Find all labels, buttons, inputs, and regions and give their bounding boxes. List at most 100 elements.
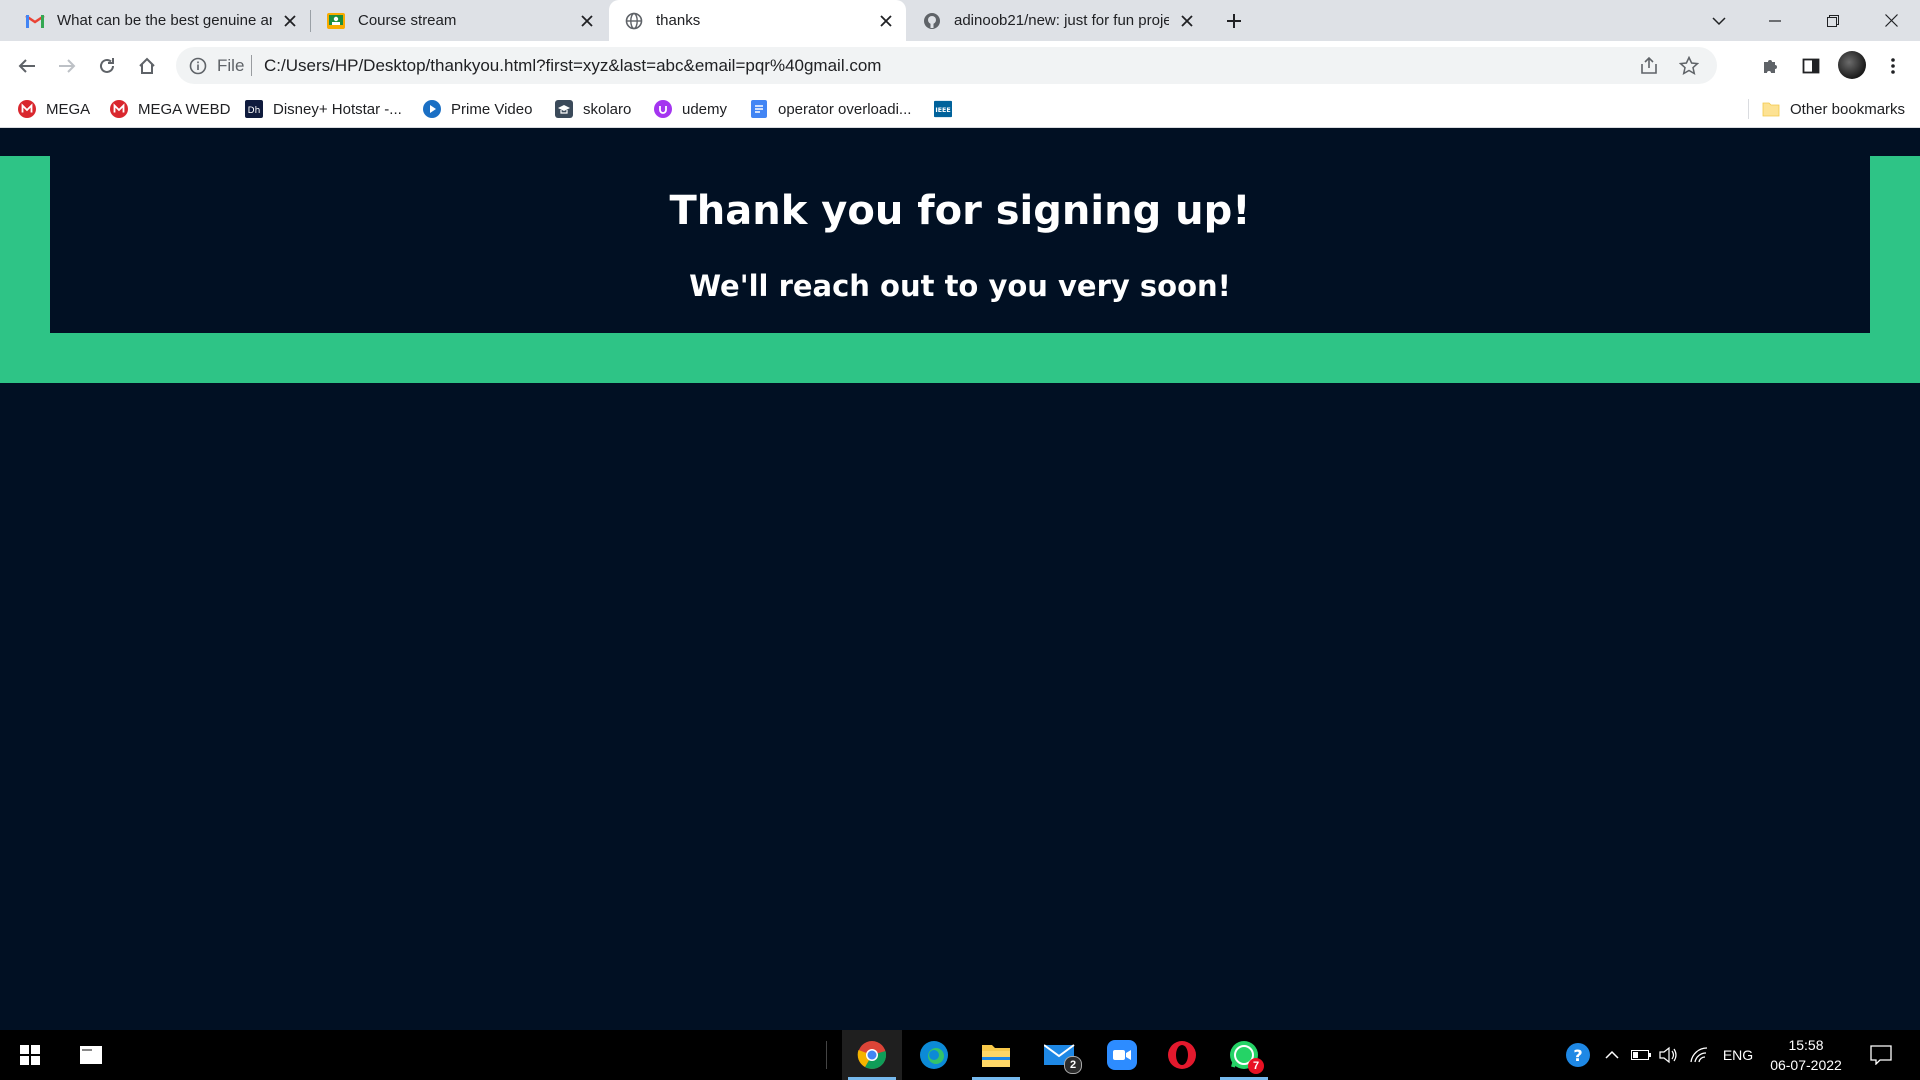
- wifi-icon: [1690, 1047, 1708, 1063]
- windows-taskbar: 2 7 ? ENG 15:58 06-07-2022: [0, 1030, 1920, 1080]
- menu-button[interactable]: [1877, 50, 1909, 82]
- new-tab-button[interactable]: [1218, 5, 1250, 37]
- bookmark-other-bookmarks[interactable]: Other bookmarks: [1762, 97, 1905, 121]
- taskbar-chrome[interactable]: [842, 1030, 902, 1080]
- svg-text:?: ?: [1573, 1046, 1582, 1065]
- browser-toolbar: File C:/Users/HP/Desktop/thankyou.html?f…: [0, 41, 1920, 91]
- help-tray-icon[interactable]: ?: [1560, 1030, 1596, 1080]
- mega-icon: [110, 100, 128, 118]
- taskbar-mail[interactable]: 2: [1028, 1030, 1092, 1080]
- taskbar-file-explorer[interactable]: [966, 1030, 1026, 1080]
- puzzle-icon: [1764, 60, 1777, 73]
- speaker-icon: [1659, 1046, 1677, 1064]
- tab-course-stream[interactable]: Course stream: [311, 0, 607, 41]
- share-icon[interactable]: [1637, 54, 1661, 78]
- bookmark-separator: [1748, 99, 1749, 119]
- home-button[interactable]: [131, 50, 163, 82]
- taskbar-edge[interactable]: [904, 1030, 964, 1080]
- page-title: Thank you for signing up!: [669, 188, 1251, 234]
- bookmarks-bar: MEGA MEGA WEBD Dh Disney+ Hotstar -... P…: [0, 91, 1920, 128]
- green-banner: Thank you for signing up! We'll reach ou…: [0, 156, 1920, 383]
- forward-button[interactable]: [51, 50, 83, 82]
- back-button[interactable]: [11, 50, 43, 82]
- tab-search-button[interactable]: [1696, 0, 1742, 41]
- chrome-icon: [857, 1041, 887, 1069]
- address-bar[interactable]: File C:/Users/HP/Desktop/thankyou.html?f…: [176, 47, 1717, 84]
- tab-thanks[interactable]: thanks: [609, 0, 906, 41]
- side-panel-button[interactable]: [1795, 50, 1827, 82]
- back-arrow-icon: [18, 59, 35, 73]
- bookmark-operator-overloading[interactable]: operator overloadi...: [750, 97, 911, 121]
- reload-button[interactable]: [91, 50, 123, 82]
- thank-you-card: Thank you for signing up! We'll reach ou…: [50, 156, 1870, 333]
- tab-gmail[interactable]: What can be the best genuine an: [10, 0, 310, 41]
- home-icon: [139, 57, 155, 74]
- bookmark-star-icon[interactable]: [1677, 54, 1701, 78]
- close-icon[interactable]: [278, 9, 302, 33]
- wifi-tray-icon[interactable]: [1686, 1030, 1712, 1080]
- bookmark-ieee[interactable]: IEEE: [934, 97, 962, 121]
- close-icon: [1884, 14, 1898, 27]
- close-window-button[interactable]: [1868, 0, 1914, 41]
- bookmark-mega-webd[interactable]: MEGA WEBD: [110, 97, 231, 121]
- tab-title: Course stream: [358, 12, 457, 29]
- whatsapp-badge: 7: [1248, 1058, 1264, 1074]
- bookmark-prime-video[interactable]: Prime Video: [423, 97, 532, 121]
- taskbar-opera[interactable]: [1152, 1030, 1212, 1080]
- clock-time: 15:58: [1788, 1037, 1824, 1053]
- minimize-icon: [1769, 19, 1781, 22]
- scheme-label: File: [217, 56, 245, 75]
- bookmark-label: skolaro: [583, 100, 632, 118]
- battery-icon: [1631, 1050, 1651, 1060]
- mega-icon: [18, 100, 36, 118]
- svg-text:IEEE: IEEE: [935, 107, 950, 114]
- close-icon[interactable]: [874, 9, 898, 33]
- close-icon[interactable]: [575, 9, 599, 33]
- globe-icon: [624, 11, 644, 31]
- docs-icon: [750, 100, 768, 118]
- restore-button[interactable]: [1810, 0, 1856, 41]
- show-hidden-icons-button[interactable]: [1600, 1030, 1624, 1080]
- bookmark-disney-hotstar[interactable]: Dh Disney+ Hotstar -...: [245, 97, 402, 121]
- taskbar-zoom[interactable]: [1092, 1030, 1152, 1080]
- minimize-button[interactable]: [1752, 0, 1798, 41]
- extensions-button[interactable]: [1755, 50, 1787, 82]
- skolaro-icon: [555, 100, 573, 118]
- info-icon[interactable]: [188, 56, 208, 76]
- notifications-button[interactable]: [1858, 1030, 1904, 1080]
- hotstar-icon: Dh: [245, 100, 263, 118]
- bookmark-label: Other bookmarks: [1790, 100, 1906, 118]
- badge-count: 2: [1069, 1059, 1077, 1071]
- bookmark-udemy[interactable]: udemy: [654, 97, 727, 121]
- start-button[interactable]: [0, 1030, 60, 1080]
- url-text[interactable]: C:/Users/HP/Desktop/thankyou.html?first=…: [264, 56, 881, 76]
- taskbar-whatsapp[interactable]: 7: [1214, 1030, 1274, 1080]
- bookmark-skolaro[interactable]: skolaro: [555, 97, 631, 121]
- close-icon[interactable]: [1175, 9, 1199, 33]
- plus-icon: [1227, 14, 1241, 28]
- gmail-icon: [25, 11, 45, 31]
- clock[interactable]: 15:58 06-07-2022: [1764, 1030, 1848, 1080]
- language-indicator[interactable]: ENG: [1718, 1030, 1758, 1080]
- ieee-icon: IEEE: [934, 100, 952, 118]
- zoom-icon: [1107, 1040, 1137, 1070]
- battery-tray-icon[interactable]: [1628, 1030, 1654, 1080]
- prime-video-icon: [423, 100, 441, 118]
- svg-text:Dh: Dh: [248, 106, 261, 116]
- bookmark-label: MEGA WEBD: [138, 100, 231, 118]
- page-content: Thank you for signing up! We'll reach ou…: [0, 128, 1920, 1030]
- tab-github[interactable]: adinoob21/new: just for fun proje: [907, 0, 1207, 41]
- bookmark-label: Prime Video: [451, 100, 533, 118]
- more-vert-icon: [1891, 58, 1895, 74]
- volume-tray-icon[interactable]: [1656, 1030, 1682, 1080]
- chevron-down-icon: [1712, 16, 1726, 25]
- page-subtitle: We'll reach out to you very soon!: [689, 269, 1231, 303]
- opera-icon: [1168, 1041, 1196, 1069]
- search-taskbar-widget[interactable]: [66, 1030, 116, 1080]
- language-text: ENG: [1722, 1047, 1754, 1063]
- google-classroom-icon: [326, 11, 346, 31]
- badge-count: 7: [1252, 1060, 1260, 1072]
- profile-avatar[interactable]: [1838, 51, 1866, 79]
- taskbar-separator: [824, 1030, 828, 1080]
- bookmark-mega[interactable]: MEGA: [18, 97, 90, 121]
